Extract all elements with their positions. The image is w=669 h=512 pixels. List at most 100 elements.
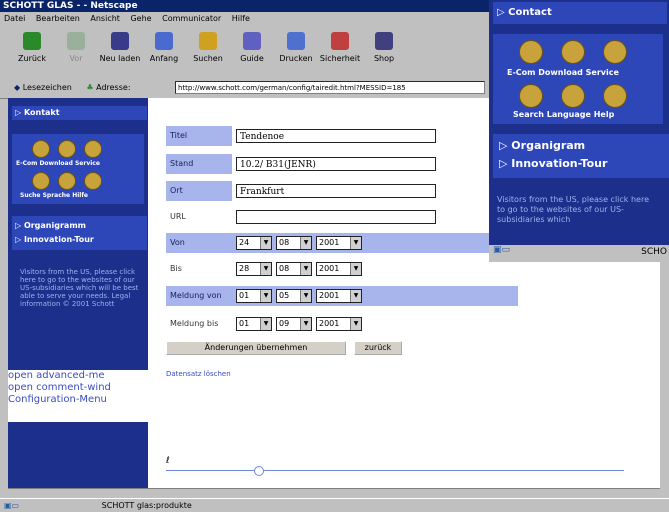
- help-icon[interactable]: [603, 84, 627, 108]
- service-icon[interactable]: [84, 140, 102, 158]
- search-icon[interactable]: [519, 84, 543, 108]
- menu-communicator[interactable]: Communicator: [162, 14, 221, 23]
- nav-group: ▷ Organigramm ▷ Innovation-Tour: [12, 216, 147, 250]
- lock-icon: [331, 32, 349, 50]
- von-label: Von: [166, 233, 232, 253]
- chevron-down-icon: ▼: [260, 263, 271, 275]
- meldung-bis-year-select[interactable]: 2001 ▼: [316, 317, 362, 331]
- popup-icon-labels-top: E-Com Download Service: [507, 68, 619, 77]
- back-arrow-icon: [23, 32, 41, 50]
- nav-organigramm[interactable]: ▷ Organigramm: [15, 219, 147, 233]
- row-stand: Stand 10.2/ B31(JENR): [166, 154, 518, 174]
- configuration-menu-link[interactable]: Configuration-Menu: [8, 394, 148, 406]
- chevron-down-icon: ▼: [300, 237, 311, 249]
- von-month-select[interactable]: 08 ▼: [276, 236, 312, 250]
- nav-kontakt[interactable]: ▷ Kontakt: [12, 106, 147, 120]
- ecom-icon[interactable]: [519, 40, 543, 64]
- print-button[interactable]: Drucken: [274, 28, 318, 74]
- home-icon: [155, 32, 173, 50]
- window-title: SCHOTT GLAS - - Netscape: [0, 0, 490, 12]
- row-titel: Titel Tendenoe: [166, 126, 518, 146]
- meldung-von-month-select[interactable]: 05 ▼: [276, 289, 312, 303]
- ecom-icon[interactable]: [32, 140, 50, 158]
- reload-button[interactable]: Neu laden: [98, 28, 142, 74]
- menu-bearbeiten[interactable]: Bearbeiten: [36, 14, 80, 23]
- nav-organigram[interactable]: ▷ Organigram: [499, 137, 669, 155]
- icon-labels-top: E-Com Download Service: [16, 160, 100, 167]
- bis-month-select[interactable]: 08 ▼: [276, 262, 312, 276]
- chevron-down-icon: ▼: [350, 318, 361, 330]
- bis-year-select[interactable]: 2001 ▼: [316, 262, 362, 276]
- address-label: Adresse:: [96, 83, 131, 92]
- shop-icon: [375, 32, 393, 50]
- open-advanced-menu-link[interactable]: open advanced-me: [8, 370, 148, 382]
- connection-icon: ▣▭: [4, 501, 20, 510]
- popup-icon-panel: E-Com Download Service Search Language H…: [493, 34, 663, 124]
- ort-label: Ort: [166, 181, 232, 201]
- download-icon[interactable]: [58, 140, 76, 158]
- popup-nav-innovation-tour[interactable]: ▷ Innovation-Tour: [499, 155, 669, 173]
- ort-input[interactable]: Frankfurt: [236, 184, 436, 198]
- chevron-down-icon: ▼: [260, 318, 271, 330]
- service-icon[interactable]: [603, 40, 627, 64]
- language-icon[interactable]: [561, 84, 585, 108]
- menu-hilfe[interactable]: Hilfe: [232, 14, 250, 23]
- search-button[interactable]: Suchen: [186, 28, 230, 74]
- titel-input[interactable]: Tendenoe: [236, 129, 436, 143]
- stand-input[interactable]: 10.2/ B31(JENR): [236, 157, 436, 171]
- chevron-down-icon: ▼: [300, 318, 311, 330]
- print-icon: [287, 32, 305, 50]
- nav-innovation-tour[interactable]: ▷ Innovation-Tour: [15, 233, 147, 247]
- von-year-select[interactable]: 2001 ▼: [316, 236, 362, 250]
- reload-icon: [111, 32, 129, 50]
- row-bis: Bis 28 ▼ 08 ▼ 2001 ▼: [166, 259, 518, 279]
- url-label: URL: [166, 207, 232, 227]
- menu-gehe[interactable]: Gehe: [130, 14, 151, 23]
- menu-datei[interactable]: Datei: [4, 14, 25, 23]
- hilfe-icon[interactable]: [84, 172, 102, 190]
- url-field[interactable]: [236, 210, 436, 224]
- slider-handle[interactable]: [254, 466, 264, 476]
- suche-icon[interactable]: [32, 172, 50, 190]
- popup-status-bar: ▣▭ SCHO: [489, 245, 669, 262]
- back-button[interactable]: Zurück: [10, 28, 54, 74]
- meldung-von-year-select[interactable]: 2001 ▼: [316, 289, 362, 303]
- visitor-text[interactable]: Visitors from the US, please click here …: [20, 268, 140, 308]
- row-ort: Ort Frankfurt: [166, 181, 518, 201]
- chevron-down-icon: ▼: [350, 290, 361, 302]
- chevron-down-icon: ▼: [260, 237, 271, 249]
- location-bar: ◆ Lesezeichen ♣ Adresse: http://www.scho…: [0, 78, 490, 99]
- security-button[interactable]: Sicherheit: [318, 28, 362, 74]
- back-form-button[interactable]: zurück: [354, 341, 402, 355]
- meldung-bis-label: Meldung bis: [166, 314, 232, 334]
- stand-label: Stand: [166, 154, 232, 174]
- bookmarks-button[interactable]: Lesezeichen: [23, 83, 72, 92]
- titel-label: Titel: [166, 126, 232, 146]
- guide-button[interactable]: Guide: [230, 28, 274, 74]
- guide-icon: [243, 32, 261, 50]
- connection-icon: ▣▭: [493, 245, 511, 255]
- sprache-icon[interactable]: [58, 172, 76, 190]
- chevron-down-icon: ▼: [350, 237, 361, 249]
- status-bar: ▣▭ SCHOTT glas:produkte: [0, 498, 669, 512]
- popup-nav-group: ▷ Organigram ▷ Innovation-Tour: [493, 134, 669, 178]
- home-button[interactable]: Anfang: [142, 28, 186, 74]
- open-comment-window-link[interactable]: open comment-wind: [8, 382, 148, 394]
- bis-day-select[interactable]: 28 ▼: [236, 262, 272, 276]
- von-day-select[interactable]: 24 ▼: [236, 236, 272, 250]
- shop-button[interactable]: Shop: [362, 28, 406, 74]
- meldung-von-label: Meldung von: [166, 286, 232, 306]
- nav-contact[interactable]: ▷ Contact: [493, 2, 667, 24]
- row-meldung-von: Meldung von 01 ▼ 05 ▼ 2001 ▼: [166, 286, 518, 306]
- forward-button[interactable]: Vor: [54, 28, 98, 74]
- meldung-von-day-select[interactable]: 01 ▼: [236, 289, 272, 303]
- meldung-bis-day-select[interactable]: 01 ▼: [236, 317, 272, 331]
- meldung-bis-month-select[interactable]: 09 ▼: [276, 317, 312, 331]
- popup-visitor-text[interactable]: Visitors from the US, please click here …: [497, 195, 657, 225]
- url-input[interactable]: http://www.schott.com/german/config/tair…: [175, 81, 485, 94]
- delete-record-link[interactable]: Datensatz löschen: [166, 370, 231, 378]
- apply-changes-button[interactable]: Änderungen übernehmen: [166, 341, 346, 355]
- menu-ansicht[interactable]: Ansicht: [90, 14, 120, 23]
- download-icon[interactable]: [561, 40, 585, 64]
- overlay-window: ▷ Contact E-Com Download Service Search …: [489, 0, 669, 262]
